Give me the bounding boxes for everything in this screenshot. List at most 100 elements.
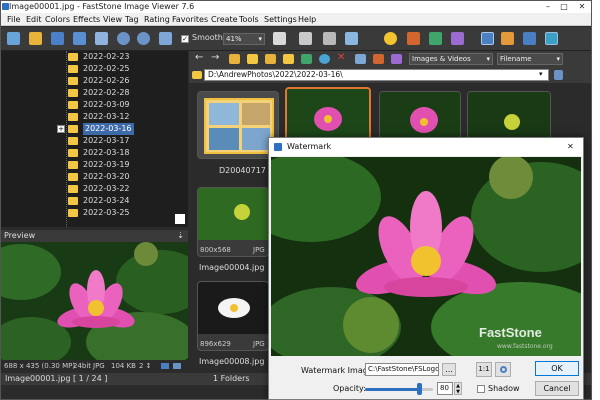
watermark-dialog: Watermark ✕ FastStone www.faststone.org <box>268 137 584 400</box>
hand-icon[interactable] <box>273 32 286 45</box>
color-icon[interactable] <box>407 32 420 45</box>
minimize-button[interactable]: – <box>541 1 555 13</box>
zoom-in-icon[interactable] <box>117 32 130 45</box>
watermark-image-path-input[interactable]: C:\FastStone\FSLogo. <box>365 363 439 376</box>
sort-select[interactable]: Filename ▾ <box>497 53 563 65</box>
position-button[interactable] <box>495 362 511 377</box>
thumbnail[interactable]: 800x568 JPG <box>197 187 269 257</box>
folder-icon[interactable] <box>29 32 42 45</box>
tree-item-label: 2022-03-25 <box>83 208 130 217</box>
address-input[interactable]: D:\AndrewPhotos\2022\2022-03-16\ <box>204 69 549 81</box>
fit-icon[interactable] <box>159 32 172 45</box>
tree-item[interactable]: 2022-03-22 <box>61 183 171 195</box>
title-bar: Image00001.jpg - FastStone Image Viewer … <box>1 1 591 13</box>
back-icon[interactable]: ← <box>195 52 203 63</box>
address-bar: D:\AndrewPhotos\2022\2022-03-16\ ▾ <box>189 67 591 83</box>
menu-help[interactable]: Help <box>298 14 316 25</box>
flip-icon[interactable] <box>451 32 464 45</box>
thumbnail[interactable] <box>467 91 551 143</box>
ratio-button[interactable]: 1:1 <box>476 362 492 377</box>
rotate-icon[interactable] <box>429 32 442 45</box>
print-icon[interactable] <box>95 32 108 45</box>
menu-file[interactable]: File <box>7 14 20 25</box>
tree-item[interactable]: 2022-03-25 <box>61 207 171 219</box>
folder-icon <box>68 65 78 73</box>
ok-button[interactable]: OK <box>535 361 579 376</box>
tree-item[interactable]: 2022-03-17 <box>61 135 171 147</box>
move-icon[interactable] <box>301 54 312 64</box>
open-icon[interactable] <box>7 32 20 45</box>
save-icon[interactable] <box>51 32 64 45</box>
menu-effects[interactable]: Effects <box>73 14 100 25</box>
tree-item[interactable]: 2022-02-26 <box>61 75 171 87</box>
tree-item[interactable]: 2022-03-19 <box>61 159 171 171</box>
tree-item[interactable]: 2022-03-20 <box>61 171 171 183</box>
new-folder-icon[interactable] <box>247 54 258 64</box>
menu-favorites[interactable]: Favorites <box>172 14 208 25</box>
menu-view[interactable]: View <box>103 14 122 25</box>
delete-icon[interactable]: ✕ <box>337 52 345 63</box>
menu-tag[interactable]: Tag <box>125 14 139 25</box>
chevron-down-icon: ▾ <box>486 55 490 63</box>
tree-item[interactable]: 2022-03-09 <box>61 99 171 111</box>
rename-icon[interactable] <box>355 54 366 64</box>
zoom-out-icon[interactable] <box>137 32 150 45</box>
view-icon[interactable] <box>173 363 181 369</box>
thumbnail[interactable] <box>379 91 461 143</box>
save-as-icon[interactable] <box>73 32 86 45</box>
cancel-button[interactable]: Cancel <box>535 381 579 396</box>
copy-folder-icon[interactable] <box>283 54 294 64</box>
resize-icon[interactable] <box>345 32 358 45</box>
shadow-checkbox[interactable] <box>477 385 485 393</box>
opacity-slider-thumb[interactable] <box>417 383 423 395</box>
thumbnail[interactable]: 896x629 JPG <box>197 281 269 351</box>
image-icon[interactable] <box>373 54 384 64</box>
thumbnail-selected[interactable] <box>285 87 371 143</box>
tree-item-selected[interactable]: + 2022-03-16 <box>57 123 171 135</box>
layout-icon-3[interactable] <box>523 32 536 45</box>
filter-select[interactable]: Images & Videos ▾ <box>409 53 493 65</box>
forward-icon[interactable]: → <box>211 52 219 63</box>
close-button[interactable]: ✕ <box>575 1 589 13</box>
tree-item[interactable]: 2022-03-12 <box>61 111 171 123</box>
menu-colors[interactable]: Colors <box>45 14 70 25</box>
tree-item-label: 2022-03-17 <box>83 136 130 145</box>
tree-item[interactable]: 2022-03-24 <box>61 195 171 207</box>
smooth-checkbox[interactable]: ✓ <box>181 35 189 43</box>
favorite-folder-icon[interactable] <box>265 54 276 64</box>
tree-item[interactable]: 2022-02-28 <box>61 87 171 99</box>
maximize-button[interactable]: □ <box>557 1 571 13</box>
chevron-down-icon[interactable]: ▾ <box>539 70 543 78</box>
pin-icon[interactable]: ⇣ <box>177 230 184 242</box>
thumbnail[interactable] <box>197 91 279 159</box>
thumbnail-format: JPG <box>253 246 265 254</box>
menu-edit[interactable]: Edit <box>26 14 42 25</box>
menu-settings[interactable]: Settings <box>264 14 297 25</box>
crop-icon[interactable] <box>323 32 336 45</box>
tree-item[interactable]: 2022-03-18 <box>61 147 171 159</box>
menu-create[interactable]: Create <box>211 14 238 25</box>
expand-icon[interactable]: + <box>57 125 65 133</box>
browse-button[interactable]: ... <box>442 363 456 376</box>
window-title: Image00001.jpg - FastStone Image Viewer … <box>9 2 195 11</box>
zoom-select[interactable]: 41% ▾ <box>223 33 265 45</box>
slideshow-icon[interactable] <box>391 54 402 64</box>
folder-icon <box>192 71 202 79</box>
info-icon[interactable] <box>161 363 169 369</box>
tree-item[interactable]: 2022-02-25 <box>61 63 171 75</box>
brightness-icon[interactable] <box>384 32 397 45</box>
select-icon[interactable] <box>299 32 312 45</box>
thumbnail-label: Image00004.jpg <box>199 263 265 272</box>
menu-rating[interactable]: Rating <box>144 14 170 25</box>
copy-path-icon[interactable] <box>554 70 563 80</box>
layout-icon-2[interactable] <box>501 32 514 45</box>
dialog-close-button[interactable]: ✕ <box>567 138 574 156</box>
up-folder-icon[interactable] <box>229 54 240 64</box>
tree-item[interactable]: 2022-02-23 <box>61 51 171 63</box>
layout-icon-1[interactable] <box>481 32 494 45</box>
refresh-icon[interactable] <box>319 54 330 64</box>
menu-tools[interactable]: Tools <box>239 14 259 25</box>
opacity-spinner[interactable]: ▲ ▼ <box>454 382 462 395</box>
fullscreen-icon[interactable] <box>545 32 558 45</box>
opacity-value-input[interactable]: 80 <box>437 382 453 395</box>
